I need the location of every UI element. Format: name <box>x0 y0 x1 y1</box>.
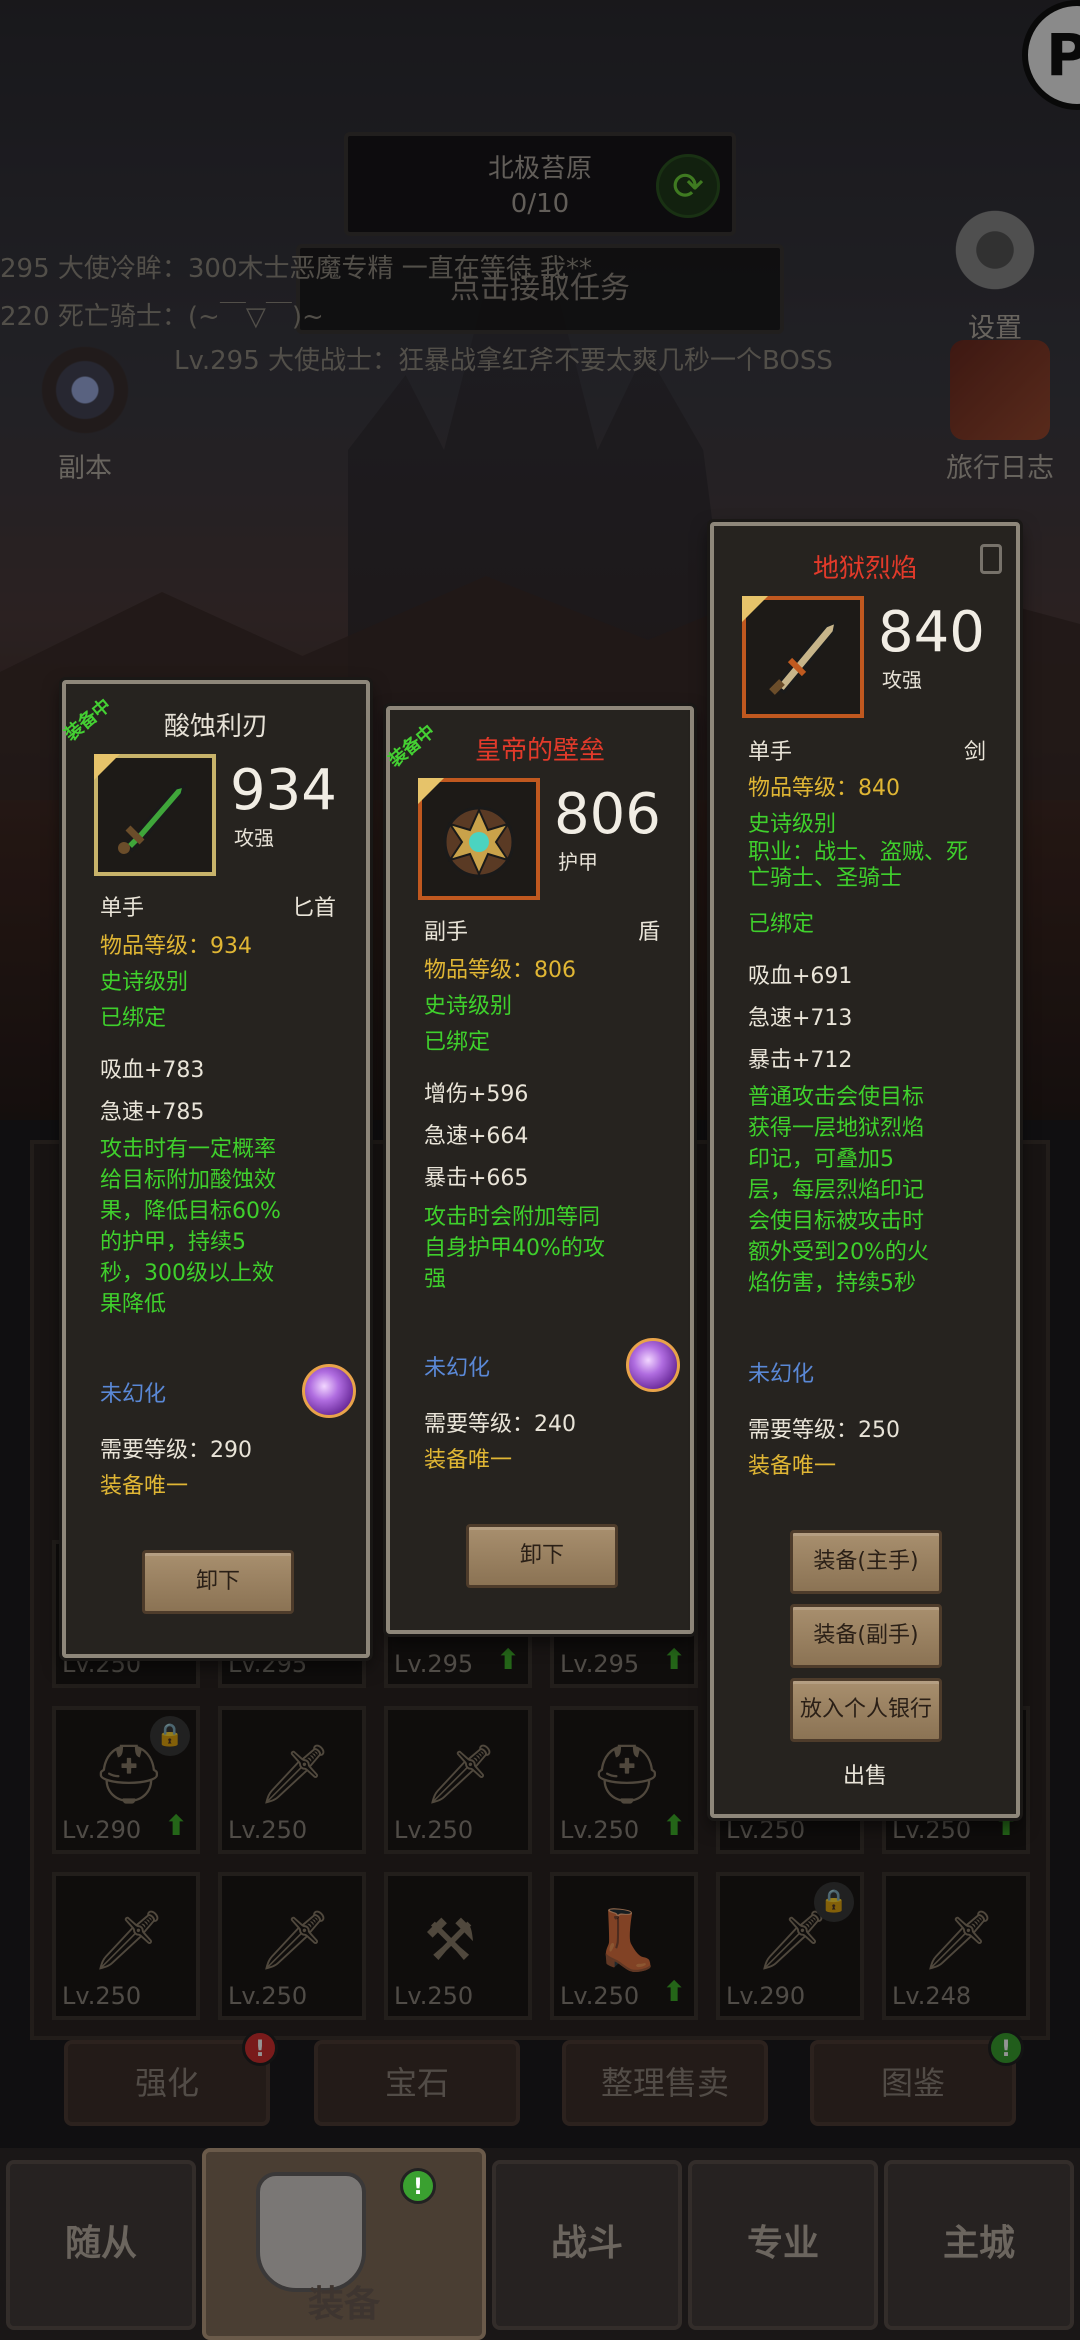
item-required-level: 需要等级：240 <box>424 1412 576 1437</box>
item-tooltip-card: 地狱烈焰 840 攻强 单手 剑 物品等级：840 史诗级别 职业：战士、盗贼、… <box>710 522 1020 1818</box>
tab-equipment[interactable]: ! 装备 <box>202 2148 486 2340</box>
item-quality: 史诗级别 <box>748 812 837 837</box>
unequip-button[interactable]: 卸下 <box>466 1524 618 1588</box>
transmog-orb-icon[interactable] <box>302 1364 356 1418</box>
item-effect: 攻击时有一定概率 给目标附加酸蚀效 果，降低目标60% 的护甲，持续5 秒，30… <box>100 1137 281 1317</box>
item-type: 匕首 <box>291 896 336 921</box>
item-power-label: 攻强 <box>234 826 274 850</box>
personal-bank-button[interactable]: 放入个人银行 <box>790 1678 942 1742</box>
item-name: 皇帝的壁垒 <box>474 736 605 766</box>
item-effect: 普通攻击会使目标 获得一层地狱烈焰 印记，可叠加5 层，每层烈焰印记 会使目标被… <box>748 1085 929 1296</box>
item-power-label: 攻强 <box>882 668 922 692</box>
item-icon-frame <box>742 596 864 718</box>
item-transmog: 未幻化 <box>100 1382 167 1407</box>
item-type: 剑 <box>963 740 986 765</box>
item-power-value: 840 <box>878 600 985 665</box>
item-transmog: 未幻化 <box>424 1356 491 1381</box>
item-tooltip-card: 装备中 酸蚀利刃 934 攻强 单手 匕首 物品等级：934 史诗级别 已绑定 … <box>61 680 370 1658</box>
item-power-value: 806 <box>554 782 661 847</box>
item-stat: 急速+785 <box>100 1100 205 1125</box>
item-stat: 暴击+665 <box>424 1166 529 1191</box>
transmog-orb-icon[interactable] <box>626 1338 680 1392</box>
item-classes: 职业：战士、盗贼、死 亡骑士、圣骑士 <box>748 840 969 891</box>
item-stat: 吸血+691 <box>748 964 853 989</box>
item-unique: 装备唯一 <box>424 1448 513 1473</box>
item-bound: 已绑定 <box>748 912 815 937</box>
bottom-nav: 随从 ! 装备 战斗 专业 主城 <box>0 2148 1080 2340</box>
tab-battle[interactable]: 战斗 <box>492 2160 682 2330</box>
tab-main-city[interactable]: 主城 <box>884 2160 1074 2330</box>
item-transmog: 未幻化 <box>748 1362 815 1387</box>
item-type: 盾 <box>637 920 660 945</box>
item-stat: 暴击+712 <box>748 1048 853 1073</box>
equip-main-hand-button[interactable]: 装备(主手) <box>790 1530 942 1594</box>
item-hand: 单手 <box>748 740 793 765</box>
equip-off-hand-button[interactable]: 装备(副手) <box>790 1604 942 1668</box>
item-stat: 增伤+596 <box>424 1082 529 1107</box>
item-quality: 史诗级别 <box>100 970 189 995</box>
item-level: 物品等级：806 <box>424 958 576 983</box>
item-name: 酸蚀利刃 <box>163 712 268 742</box>
item-stat: 急速+713 <box>748 1006 853 1031</box>
item-effect: 攻击时会附加等同 自身护甲40%的攻 强 <box>424 1205 605 1292</box>
item-tooltip-card: 装备中 皇帝的壁垒 806 护甲 副手 盾 物品等级：806 史诗级别 已绑定 … <box>385 706 694 1634</box>
item-quality: 史诗级别 <box>424 994 513 1019</box>
dagger-icon <box>118 783 187 854</box>
unequip-button[interactable]: 卸下 <box>142 1550 294 1614</box>
item-name: 地狱烈焰 <box>812 554 917 584</box>
item-icon-frame <box>94 754 216 876</box>
alert-badge-icon: ! <box>400 2168 436 2204</box>
sword-icon <box>769 619 839 695</box>
item-unique: 装备唯一 <box>100 1474 189 1499</box>
armor-icon <box>256 2172 366 2292</box>
item-unique: 装备唯一 <box>748 1454 837 1479</box>
item-required-level: 需要等级：250 <box>748 1418 900 1443</box>
item-level: 物品等级：840 <box>748 776 900 801</box>
item-stat: 急速+664 <box>424 1124 529 1149</box>
shield-icon <box>443 806 515 878</box>
item-bound: 已绑定 <box>100 1006 167 1031</box>
item-required-level: 需要等级：290 <box>100 1438 252 1463</box>
item-icon-frame <box>418 778 540 900</box>
item-level: 物品等级：934 <box>100 934 252 959</box>
item-power-label: 护甲 <box>558 850 598 874</box>
tab-profession[interactable]: 专业 <box>688 2160 878 2330</box>
lock-icon[interactable] <box>980 544 1002 574</box>
sell-button[interactable]: 出售 <box>714 1758 1016 1790</box>
item-stat: 吸血+783 <box>100 1058 205 1083</box>
item-hand: 副手 <box>424 920 469 945</box>
tab-followers[interactable]: 随从 <box>6 2160 196 2330</box>
item-power-value: 934 <box>230 758 337 823</box>
item-bound: 已绑定 <box>424 1030 491 1055</box>
tab-equipment-label: 装备 <box>307 2284 380 2325</box>
item-hand: 单手 <box>100 896 145 921</box>
